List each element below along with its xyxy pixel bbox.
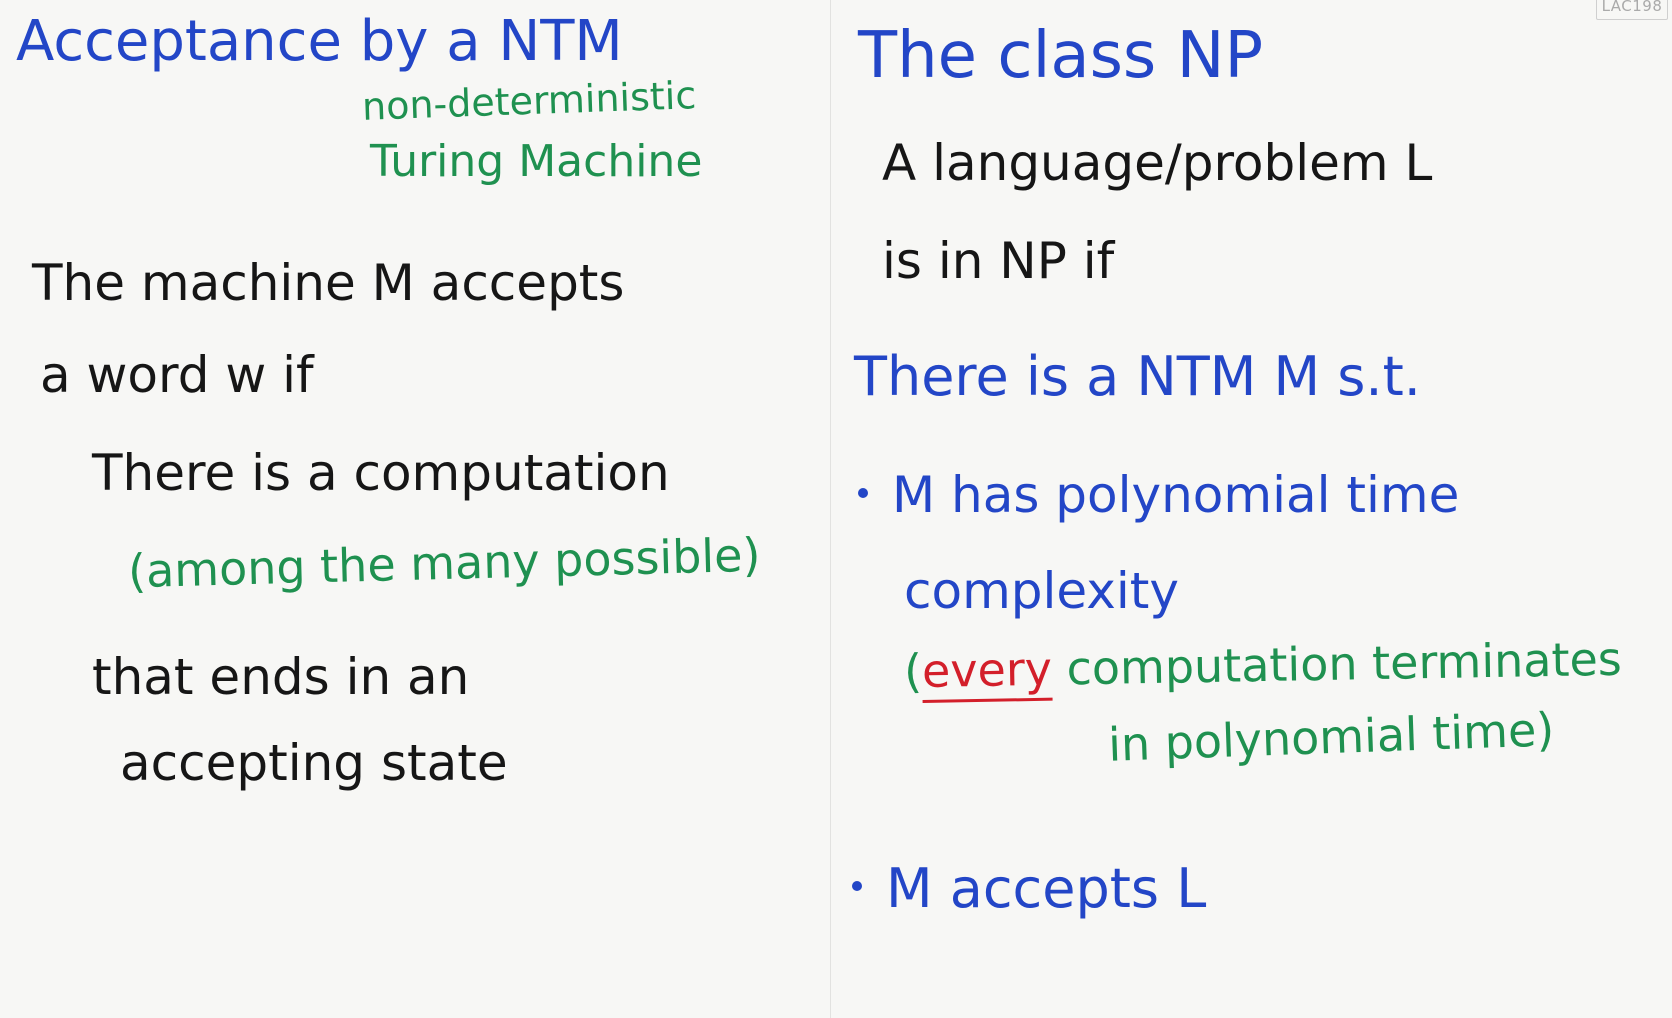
bullet-dot-icon (858, 487, 868, 498)
bullet1-text: M has polynomial time (892, 466, 1460, 524)
left-line-accepting-state: accepting state (120, 734, 508, 792)
right-bullet1-line2: complexity (904, 562, 1179, 620)
computation-terminates: computation terminates (1051, 631, 1623, 696)
left-line-word-w-if: a word w if (40, 346, 314, 404)
right-in-polynomial-time: in polynomial time) (1107, 702, 1556, 772)
paren-open: ( (903, 643, 923, 699)
right-line-is-in-np-if: is in NP if (882, 232, 1115, 290)
right-line-language-problem: A language/problem L (882, 134, 1433, 192)
right-every-computation-line: (every computation terminates (903, 632, 1622, 703)
right-bullet1-line1: M has polynomial time (858, 470, 1459, 520)
left-line-machine-accepts: The machine M accepts (32, 254, 625, 312)
corner-stamp: LAC198 (1596, 0, 1668, 20)
left-subtitle-line1: non-deterministic (361, 73, 697, 129)
left-line-ends-in-an: that ends in an (92, 648, 470, 706)
whiteboard-page: LAC198 Acceptance by a NTM non-determini… (0, 0, 1672, 1018)
every-emphasis: every (921, 641, 1053, 703)
left-subtitle-line2: Turing Machine (370, 136, 703, 187)
bullet2-text: M accepts L (886, 857, 1207, 920)
left-line-there-is-computation: There is a computation (92, 444, 670, 502)
left-title: Acceptance by a NTM (16, 9, 623, 74)
right-bullet2: M accepts L (852, 862, 1206, 916)
bullet-dot-icon (852, 881, 862, 892)
right-line-there-is-ntm: There is a NTM M s.t. (854, 345, 1421, 408)
right-title: The class NP (858, 19, 1264, 93)
column-divider (830, 0, 831, 1018)
left-line-among-many-possible: (among the many possible) (127, 527, 762, 599)
